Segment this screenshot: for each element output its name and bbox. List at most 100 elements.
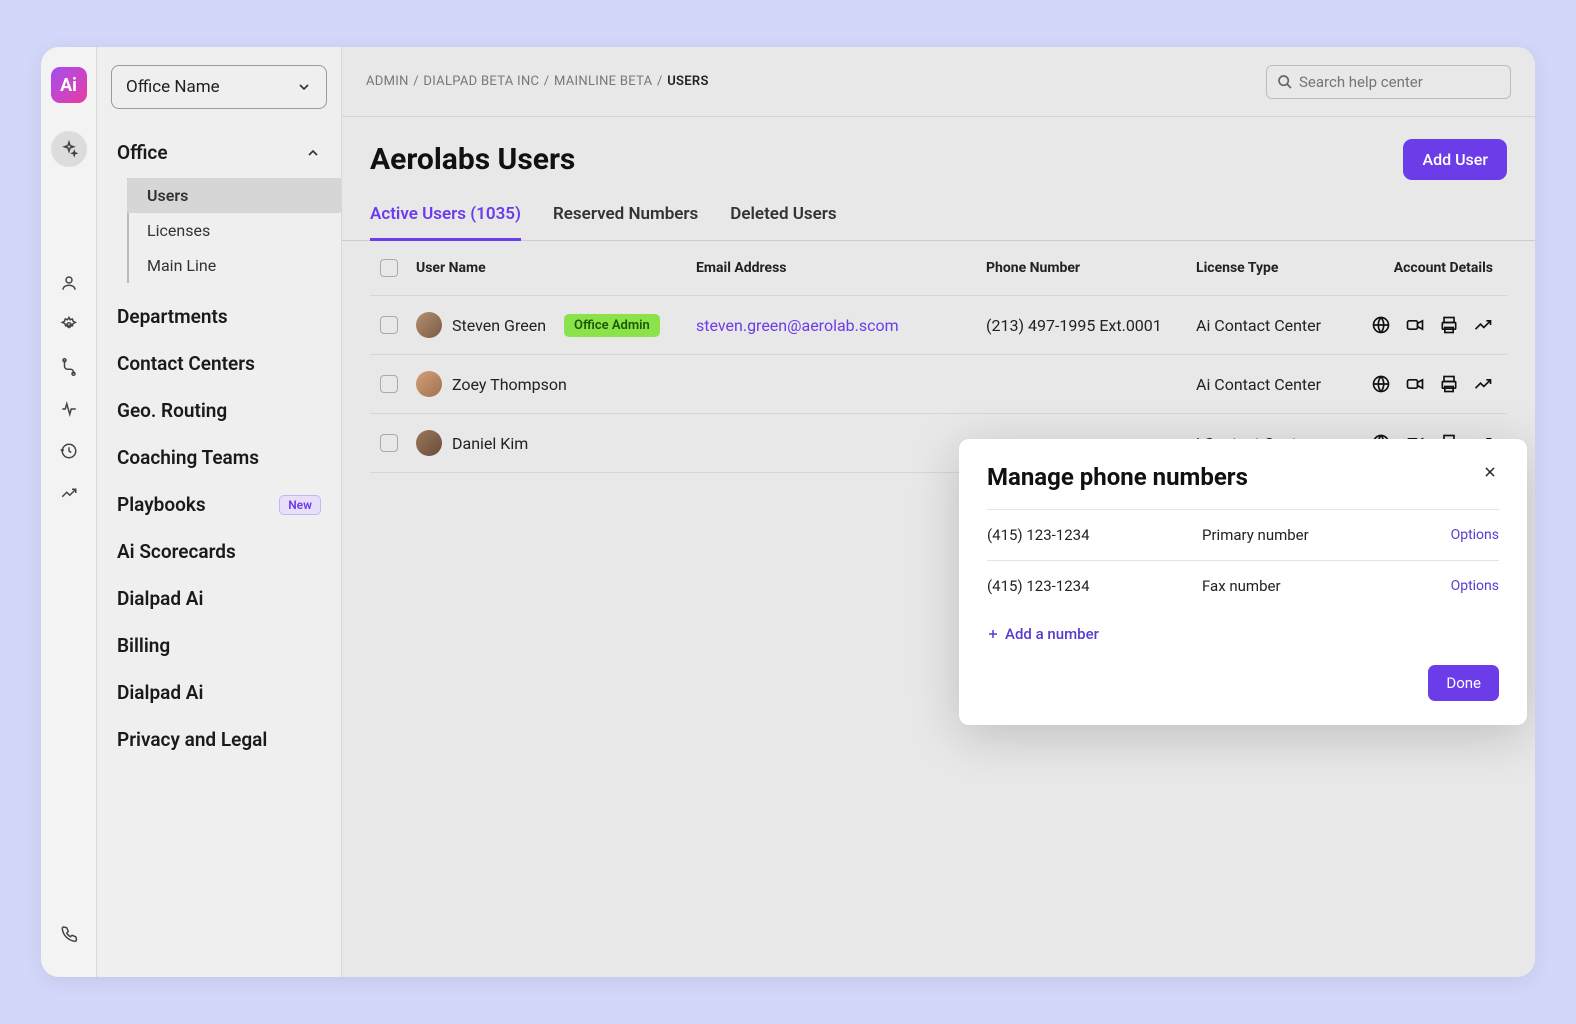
user-phone: (213) 497-1995 Ext.0001 — [986, 316, 1196, 335]
gear-icon — [60, 316, 78, 334]
globe-icon[interactable] — [1371, 374, 1391, 394]
nav-sub-licenses[interactable]: Licenses — [129, 213, 341, 248]
user-license: Ai Contact Center — [1196, 316, 1366, 335]
person-icon — [60, 274, 78, 292]
user-license: Ai Contact Center — [1196, 375, 1366, 394]
crumb-admin[interactable]: ADMIN — [366, 74, 409, 89]
search-input[interactable] — [1299, 73, 1500, 91]
row-actions — [1366, 315, 1497, 335]
topbar: ADMIN / DIALPAD BETA INC / MAINLINE BETA… — [342, 47, 1535, 117]
add-number-label: Add a number — [1005, 625, 1099, 643]
manage-numbers-modal: Manage phone numbers (415) 123-1234 Prim… — [959, 439, 1527, 725]
header-phone[interactable]: Phone Number — [986, 260, 1196, 276]
rail-history-button[interactable] — [51, 433, 87, 469]
sidebar: Office Name Office Users Licenses Main L… — [97, 47, 342, 977]
header-username[interactable]: User Name — [416, 260, 696, 276]
rail-settings-button[interactable] — [51, 307, 87, 343]
phone-icon — [60, 924, 78, 942]
globe-icon[interactable] — [1371, 315, 1391, 335]
nav-sub-mainline[interactable]: Main Line — [129, 248, 341, 283]
office-selector-label: Office Name — [126, 77, 220, 97]
number-options-link[interactable]: Options — [1451, 578, 1499, 594]
nav-item-coaching-teams[interactable]: Coaching Teams — [97, 434, 341, 481]
rail-phone-button[interactable] — [51, 915, 87, 951]
office-selector[interactable]: Office Name — [111, 65, 327, 109]
nav-item-privacy-legal[interactable]: Privacy and Legal — [97, 716, 341, 763]
nav-item-billing[interactable]: Billing — [97, 622, 341, 669]
video-icon[interactable] — [1405, 315, 1425, 335]
user-name: Daniel Kim — [452, 434, 528, 453]
header-email[interactable]: Email Address — [696, 260, 986, 276]
avatar — [416, 312, 442, 338]
number-row: (415) 123-1234 Fax number Options — [987, 560, 1499, 611]
nav-item-dialpad-ai-2[interactable]: Dialpad Ai — [97, 669, 341, 716]
rail-people-button[interactable] — [51, 265, 87, 301]
rail-trends-button[interactable] — [51, 475, 87, 511]
page-header: Aerolabs Users Add User — [342, 117, 1535, 180]
crumb-company[interactable]: DIALPAD BETA INC — [423, 74, 539, 89]
table-row: Zoey Thompson Ai Contact Center — [370, 354, 1507, 413]
table-row: Steven Green Office Admin steven.green@a… — [370, 295, 1507, 354]
nav-group-office[interactable]: Office — [97, 127, 341, 178]
print-icon[interactable] — [1439, 315, 1459, 335]
route-icon — [60, 358, 78, 376]
trend-icon[interactable] — [1473, 315, 1493, 335]
add-user-button[interactable]: Add User — [1403, 139, 1507, 180]
header-details: Account Details — [1366, 260, 1497, 276]
row-checkbox[interactable] — [380, 375, 398, 393]
nav-sub-list: Users Licenses Main Line — [127, 178, 341, 283]
nav-item-dialpad-ai[interactable]: Dialpad Ai — [97, 575, 341, 622]
user-name: Steven Green — [452, 316, 546, 335]
role-chip: Office Admin — [564, 314, 660, 337]
crumb-current: USERS — [667, 74, 709, 89]
chevron-down-icon — [296, 79, 312, 95]
nav-item-geo-routing[interactable]: Geo. Routing — [97, 387, 341, 434]
done-button[interactable]: Done — [1428, 665, 1499, 701]
icon-rail: Ai — [41, 47, 97, 977]
tab-reserved-numbers[interactable]: Reserved Numbers — [553, 204, 698, 241]
page-title: Aerolabs Users — [370, 142, 575, 177]
pulse-icon — [60, 400, 78, 418]
nav-item-contact-centers[interactable]: Contact Centers — [97, 340, 341, 387]
search-box[interactable] — [1266, 65, 1511, 99]
rail-routing-button[interactable] — [51, 349, 87, 385]
number-value: (415) 123-1234 — [987, 526, 1202, 544]
nav-item-departments[interactable]: Departments — [97, 293, 341, 340]
nav-item-scorecards[interactable]: Ai Scorecards — [97, 528, 341, 575]
avatar — [416, 430, 442, 456]
number-options-link[interactable]: Options — [1451, 527, 1499, 543]
modal-title: Manage phone numbers — [987, 463, 1248, 491]
sparkle-button[interactable] — [51, 131, 87, 167]
print-icon[interactable] — [1439, 374, 1459, 394]
number-value: (415) 123-1234 — [987, 577, 1202, 595]
user-name: Zoey Thompson — [452, 375, 567, 394]
new-badge: New — [279, 495, 321, 515]
close-icon — [1483, 465, 1497, 479]
number-row: (415) 123-1234 Primary number Options — [987, 509, 1499, 560]
number-type: Primary number — [1202, 526, 1451, 544]
crumb-mainline[interactable]: MAINLINE BETA — [554, 74, 652, 89]
breadcrumb: ADMIN / DIALPAD BETA INC / MAINLINE BETA… — [366, 74, 709, 89]
plus-icon — [987, 628, 999, 640]
rail-activity-button[interactable] — [51, 391, 87, 427]
trend-icon — [60, 484, 78, 502]
logo-text: Ai — [60, 75, 77, 96]
modal-close-button[interactable] — [1481, 463, 1499, 481]
select-all-checkbox[interactable] — [380, 259, 398, 277]
table-header: User Name Email Address Phone Number Lic… — [370, 241, 1507, 295]
user-email[interactable]: steven.green@aerolab.scom — [696, 316, 986, 335]
nav-sub-users[interactable]: Users — [127, 178, 341, 213]
row-checkbox[interactable] — [380, 434, 398, 452]
row-checkbox[interactable] — [380, 316, 398, 334]
nav-item-playbooks[interactable]: Playbooks New — [97, 481, 341, 528]
history-icon — [60, 442, 78, 460]
tab-deleted-users[interactable]: Deleted Users — [730, 204, 836, 241]
tab-active-users[interactable]: Active Users (1035) — [370, 204, 521, 241]
trend-icon[interactable] — [1473, 374, 1493, 394]
app-logo[interactable]: Ai — [51, 67, 87, 103]
chevron-up-icon — [305, 145, 321, 161]
number-type: Fax number — [1202, 577, 1451, 595]
video-icon[interactable] — [1405, 374, 1425, 394]
header-license[interactable]: License Type — [1196, 260, 1366, 276]
add-number-button[interactable]: Add a number — [987, 611, 1499, 647]
